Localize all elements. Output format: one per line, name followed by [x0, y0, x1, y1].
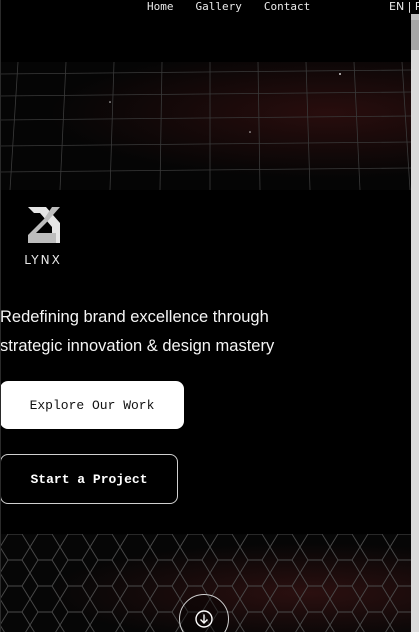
nav-item-gallery[interactable]: Gallery	[196, 0, 242, 14]
page: Home Gallery Contact EN | P LYNX Redefin…	[0, 0, 419, 632]
grid-background	[0, 62, 411, 190]
scrollbar-thumb[interactable]	[411, 20, 419, 50]
nav-item-contact[interactable]: Contact	[264, 0, 310, 14]
perspective-grid-graphic	[0, 62, 411, 190]
vertical-scrollbar[interactable]	[411, 14, 419, 632]
nav-item-home[interactable]: Home	[147, 0, 174, 14]
top-navigation-bar: Home Gallery Contact EN | P	[0, 0, 419, 60]
brand-logo[interactable]: LYNX	[18, 205, 70, 267]
tagline-line-2: strategic innovation & design mastery	[0, 336, 275, 355]
start-project-button[interactable]: Start a Project	[0, 454, 178, 504]
main-nav: Home Gallery Contact	[147, 0, 310, 14]
explore-work-button[interactable]: Explore Our Work	[0, 381, 184, 429]
hero-tagline: Redefining brand excellence through stra…	[0, 303, 300, 360]
tagline-line-1: Redefining brand excellence through	[0, 308, 269, 326]
language-switcher[interactable]: EN | P	[389, 0, 419, 14]
lynx-logo-icon	[28, 207, 60, 243]
brand-logo-text: LYNX	[24, 253, 62, 267]
left-edge-line	[0, 0, 1, 632]
arrow-down-icon	[195, 610, 213, 628]
